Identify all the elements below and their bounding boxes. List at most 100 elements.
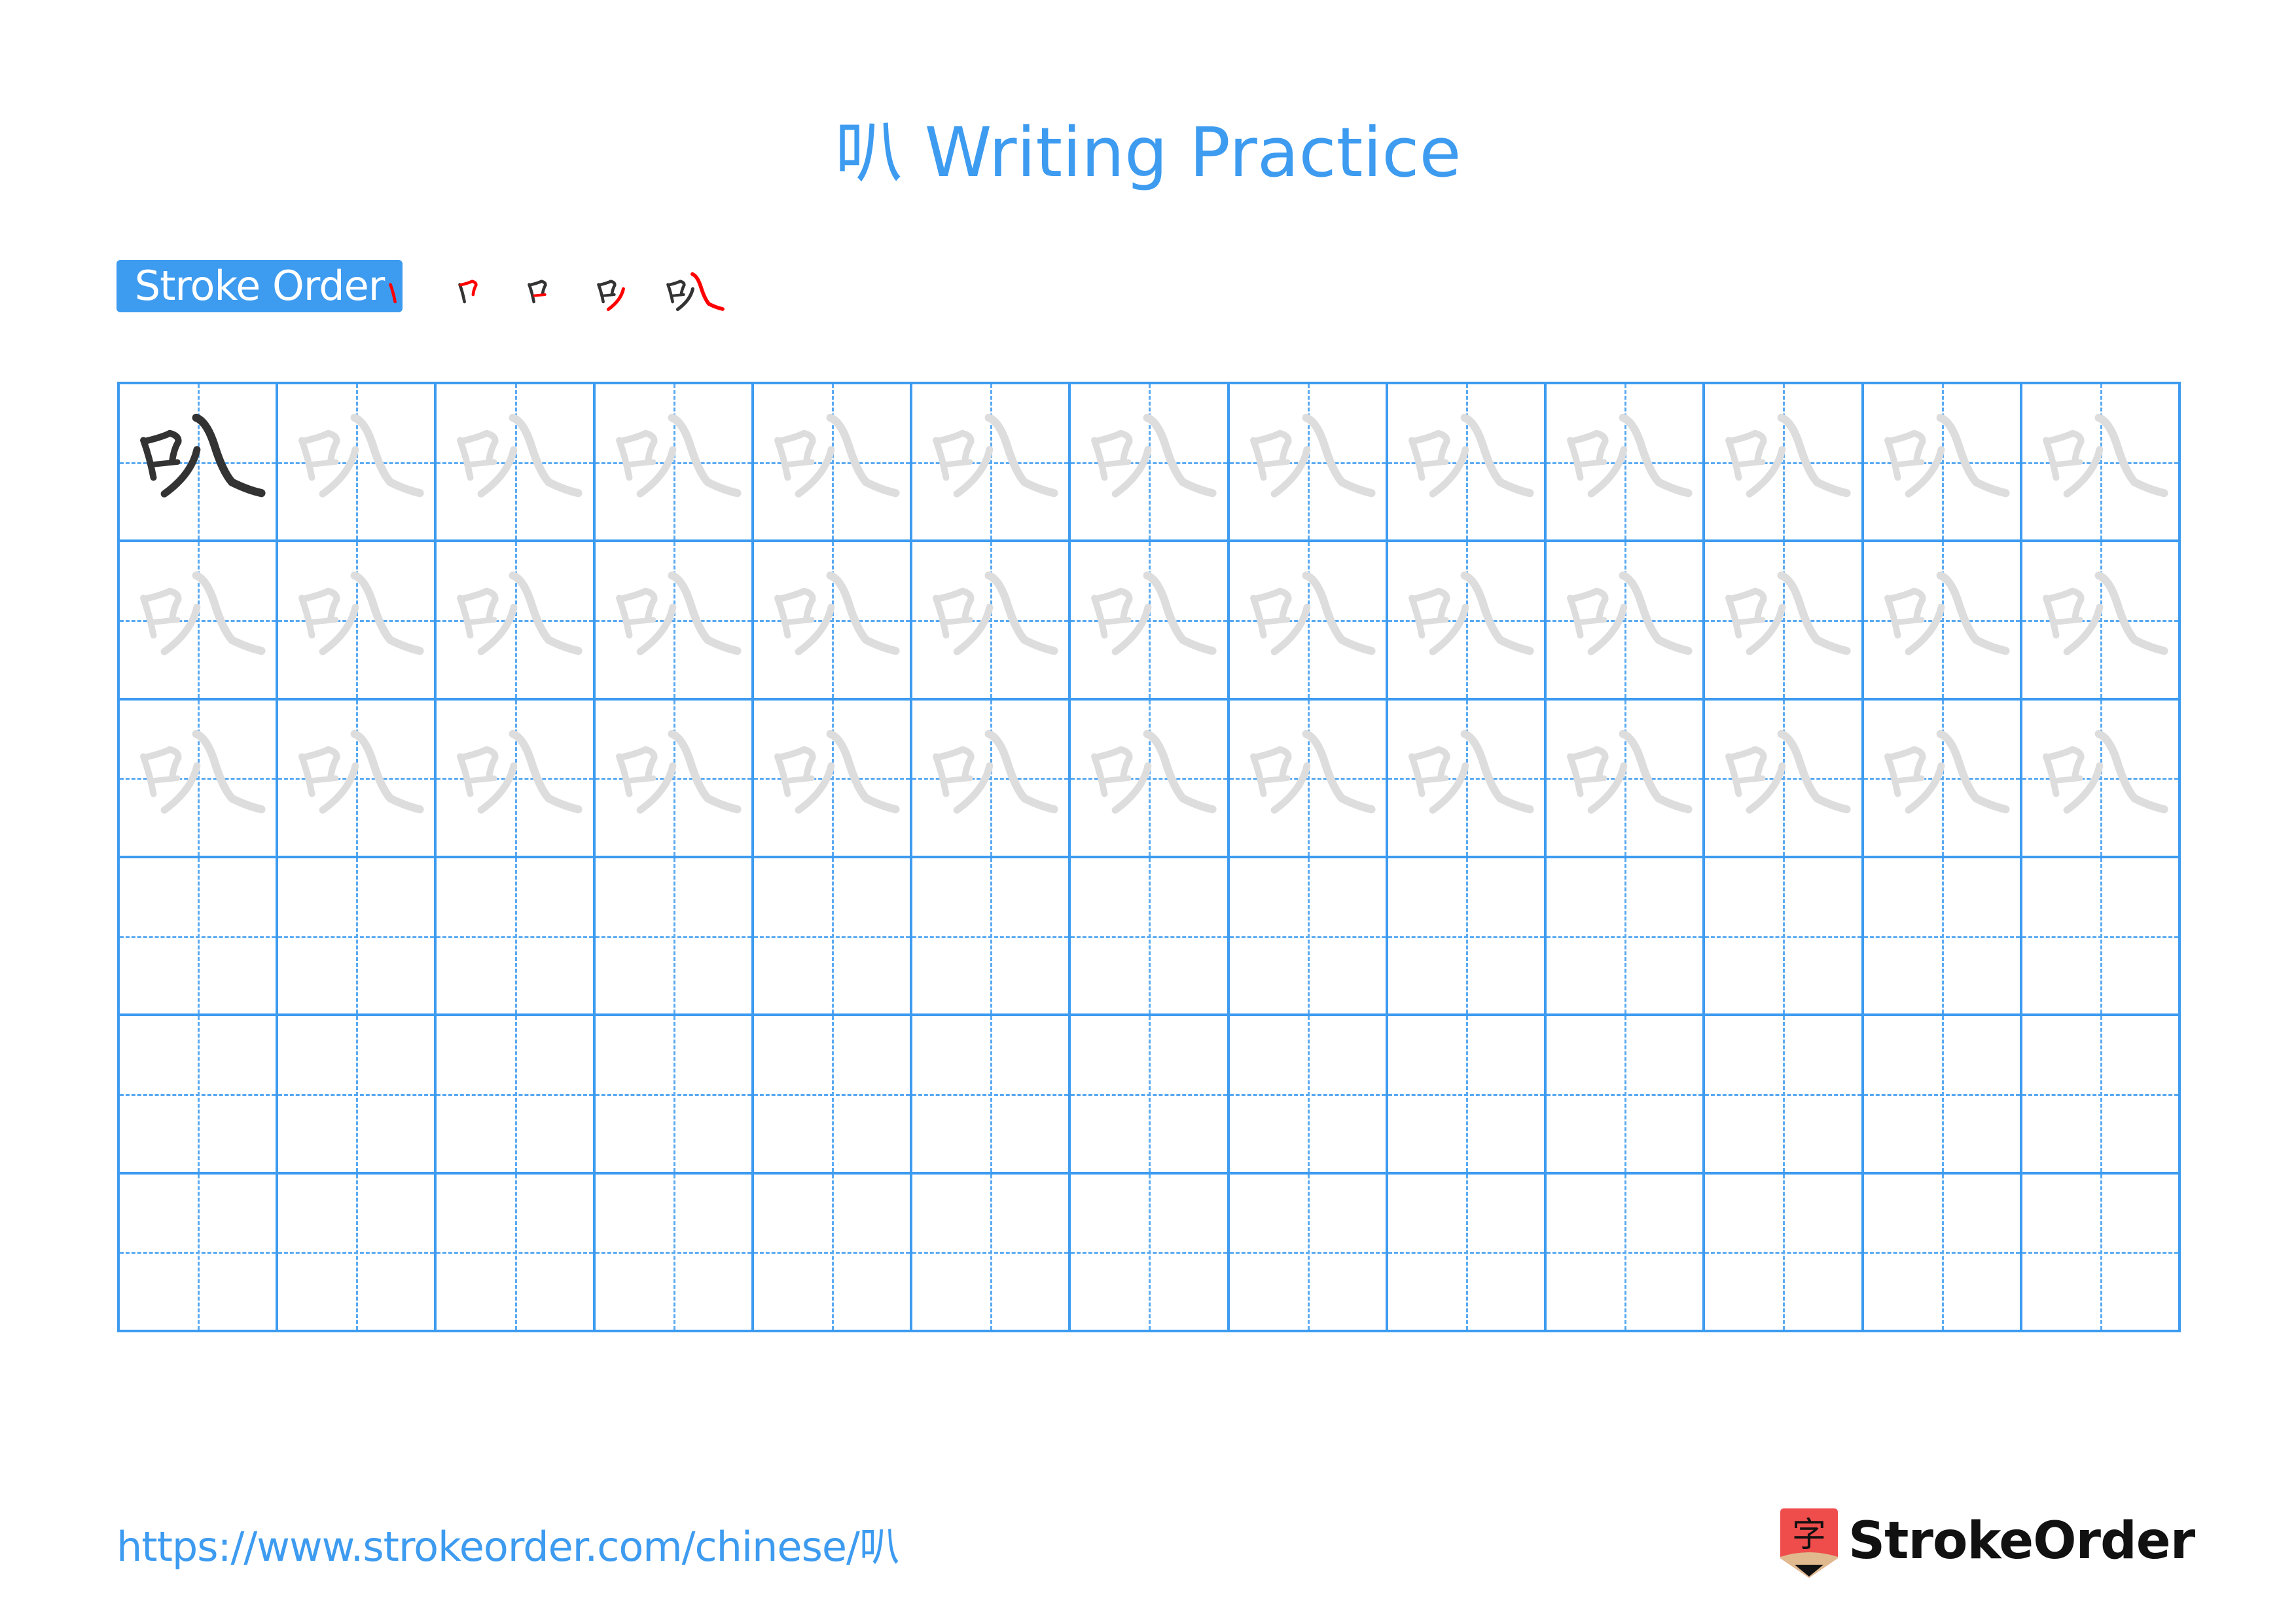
practice-cell[interactable] (1863, 384, 2022, 543)
logo-pencil-icon: 字 (1780, 1508, 1838, 1578)
practice-cell[interactable] (437, 1016, 596, 1175)
practice-cell[interactable] (437, 700, 596, 858)
stroke (1895, 617, 1925, 625)
practice-cell[interactable] (595, 1174, 754, 1332)
practice-cell[interactable] (278, 1174, 437, 1332)
practice-cell[interactable] (1229, 700, 1388, 858)
practice-cell[interactable] (1863, 858, 2022, 1017)
practice-cell[interactable] (753, 1016, 913, 1175)
practice-cell[interactable] (753, 542, 913, 701)
practice-cell[interactable] (120, 700, 279, 858)
practice-cell[interactable] (1705, 858, 1864, 1017)
vertical-guide (832, 1174, 834, 1330)
practice-cell[interactable] (1229, 384, 1388, 543)
practice-cell[interactable] (120, 542, 279, 701)
practice-cell[interactable] (1705, 700, 1864, 858)
practice-cell[interactable] (2022, 858, 2181, 1017)
trace-character (1567, 572, 1693, 656)
practice-cell[interactable] (437, 1174, 596, 1332)
practice-cell[interactable] (1229, 1174, 1388, 1332)
practice-cell[interactable] (1229, 542, 1388, 701)
practice-cell[interactable] (1547, 700, 1706, 858)
stroke (457, 437, 474, 481)
practice-cell[interactable] (1388, 1016, 1547, 1175)
practice-cell[interactable] (912, 700, 1071, 858)
practice-cell[interactable] (2022, 1016, 2181, 1175)
practice-cell[interactable] (912, 1016, 1071, 1175)
practice-cell[interactable] (437, 858, 596, 1017)
practice-cell[interactable] (912, 858, 1071, 1017)
practice-cell[interactable] (1547, 1016, 1706, 1175)
practice-cell[interactable] (1547, 858, 1706, 1017)
vertical-guide (1465, 1174, 1468, 1330)
practice-cell[interactable] (120, 1016, 279, 1175)
practice-cell[interactable] (595, 1016, 754, 1175)
practice-cell[interactable] (1705, 384, 1864, 543)
practice-cell[interactable] (120, 858, 279, 1017)
practice-cell[interactable] (1863, 1016, 2022, 1175)
practice-cell[interactable] (595, 858, 754, 1017)
practice-cell[interactable] (753, 384, 913, 543)
stroke-order-badge: Stroke Order (117, 260, 403, 312)
practice-cell[interactable] (1388, 1174, 1547, 1332)
practice-cell[interactable] (1071, 542, 1230, 701)
stroke (2054, 459, 2083, 467)
practice-cell[interactable] (278, 542, 437, 701)
practice-cell[interactable] (2022, 542, 2181, 701)
practice-cell[interactable] (1388, 858, 1547, 1017)
practice-cell[interactable] (1071, 858, 1230, 1017)
practice-cell[interactable] (1547, 384, 1706, 543)
practice-cell[interactable] (1705, 1174, 1864, 1332)
practice-cell[interactable] (1071, 1174, 1230, 1332)
vertical-guide (1624, 858, 1627, 1014)
practice-cell[interactable] (753, 1174, 913, 1332)
practice-cell[interactable] (437, 384, 596, 543)
stroke (509, 729, 583, 813)
stroke (615, 753, 633, 797)
practice-cell[interactable] (1863, 700, 2022, 858)
practice-cell[interactable] (278, 384, 437, 543)
practice-cell[interactable] (1071, 700, 1230, 858)
practice-cell[interactable] (912, 1174, 1071, 1332)
practice-cell[interactable] (120, 384, 279, 543)
stroke-step-glyph (528, 280, 547, 304)
practice-cell[interactable] (1705, 542, 1864, 701)
stroke (478, 446, 518, 498)
stroke (1408, 594, 1426, 639)
practice-cell[interactable] (753, 858, 913, 1017)
practice-cell[interactable] (912, 542, 1071, 701)
practice-cell[interactable] (2022, 1174, 2181, 1332)
practice-cell[interactable] (1863, 1174, 2022, 1332)
practice-cell[interactable] (1071, 1016, 1230, 1175)
vertical-guide (1307, 858, 1310, 1014)
practice-cell[interactable] (1388, 384, 1547, 543)
practice-cell[interactable] (595, 384, 754, 543)
stroke (298, 594, 315, 639)
practice-cell[interactable] (437, 542, 596, 701)
practice-cell[interactable] (753, 700, 913, 858)
practice-cell[interactable] (1229, 1016, 1388, 1175)
practice-cell[interactable] (1547, 542, 1706, 701)
practice-cell[interactable] (912, 384, 1071, 543)
practice-cell[interactable] (595, 700, 754, 858)
stroke (1408, 753, 1426, 797)
practice-cell[interactable] (1229, 858, 1388, 1017)
practice-cell[interactable] (278, 700, 437, 858)
practice-cell[interactable] (2022, 384, 2181, 543)
practice-cell[interactable] (595, 542, 754, 701)
strokeorder-logo[interactable]: 字 StrokeOrder (1778, 1506, 2195, 1578)
practice-cell[interactable] (1705, 1016, 1864, 1175)
stroke (1429, 761, 1469, 814)
practice-cell[interactable] (1388, 542, 1547, 701)
practice-cell[interactable] (278, 1016, 437, 1175)
trace-character (933, 572, 1058, 656)
practice-cell[interactable] (1547, 1174, 1706, 1332)
practice-cell[interactable] (1863, 542, 2022, 701)
practice-cell[interactable] (1071, 384, 1230, 543)
stroke (933, 437, 950, 481)
practice-cell[interactable] (2022, 700, 2181, 858)
footer-url-link[interactable]: https://www.strokeorder.com/chinese/叭 (117, 1518, 900, 1577)
practice-cell[interactable] (278, 858, 437, 1017)
practice-cell[interactable] (1388, 700, 1547, 858)
practice-cell[interactable] (120, 1174, 279, 1332)
